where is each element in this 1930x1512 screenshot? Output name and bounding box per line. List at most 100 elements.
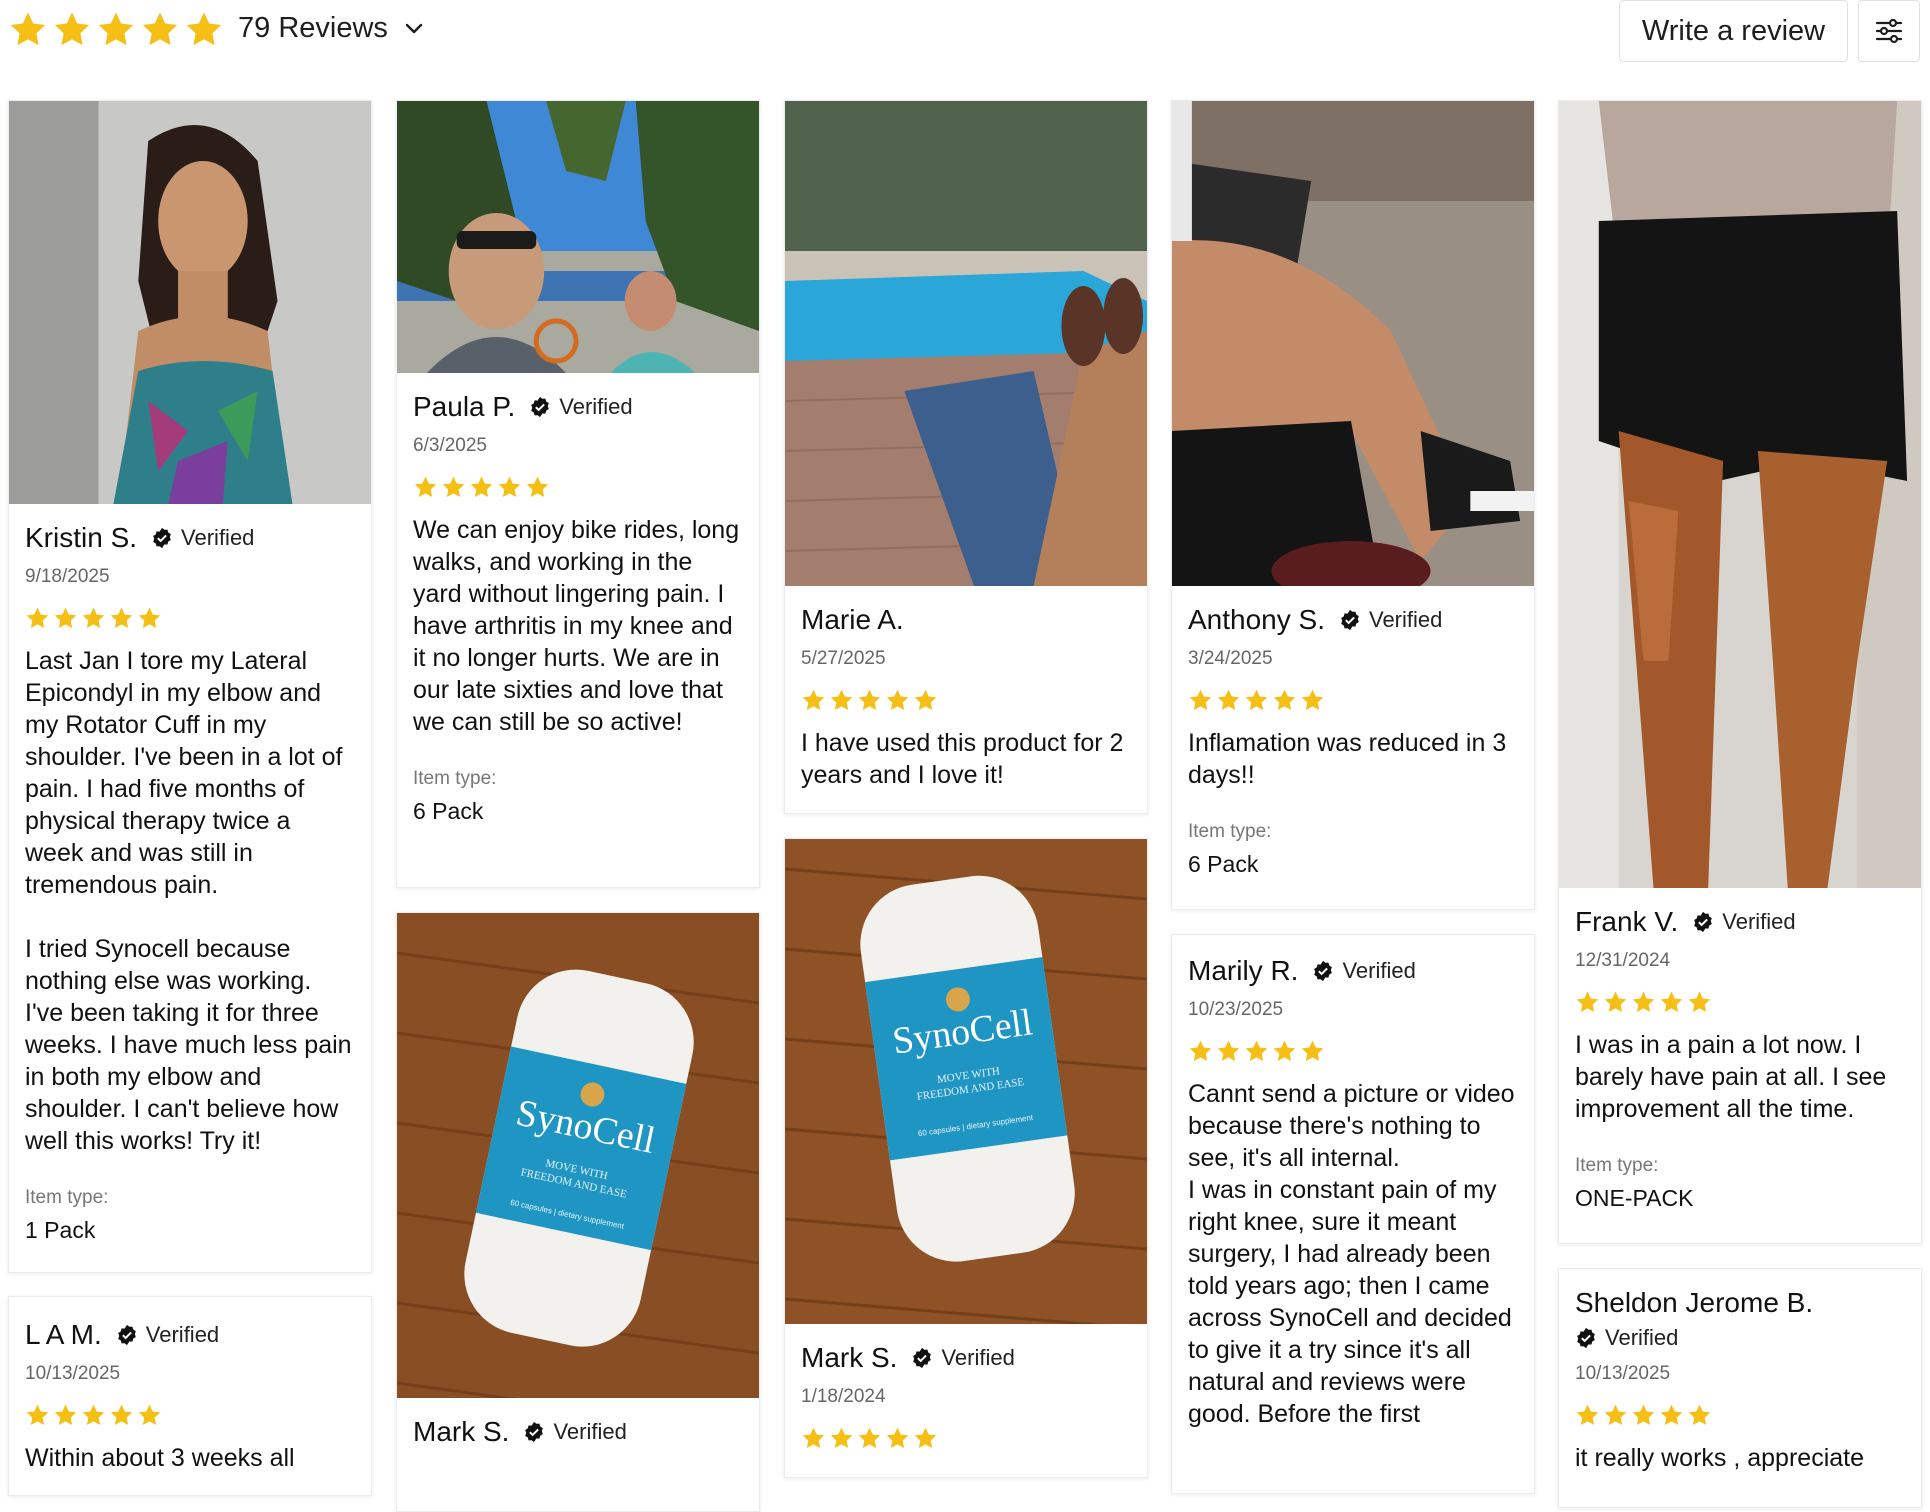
verified-badge: Verified <box>151 525 254 551</box>
verified-label: Verified <box>1368 607 1443 632</box>
verified-check-icon <box>153 527 171 549</box>
star-icon <box>110 607 133 628</box>
reviews-count-dropdown[interactable]: 79 Reviews <box>238 12 426 45</box>
verified-check-icon <box>117 1324 136 1346</box>
review-rating-stars <box>1188 1039 1518 1064</box>
review-rating-stars <box>801 1426 1131 1451</box>
star-icon <box>498 476 521 497</box>
reviewer-name: Sheldon Jerome B. <box>1575 1287 1814 1318</box>
review-photo[interactable] <box>1172 101 1534 586</box>
star-icon <box>830 689 853 710</box>
verified-check-icon <box>1694 911 1713 933</box>
review-rating-stars <box>25 1403 355 1428</box>
filter-button[interactable] <box>1858 0 1920 62</box>
verified-label: Verified <box>559 394 633 419</box>
review-card[interactable]: Kristin S. Verified 9/18/2025 Last Jan I… <box>8 100 372 1273</box>
verified-badge: Verified <box>529 394 633 420</box>
legs-closeup-image <box>1559 101 1921 888</box>
item-type-value: 6 Pack <box>413 798 484 824</box>
review-photo[interactable]: SynoCell MOVE WITH FREEDOM AND EASE 60 c… <box>785 839 1147 1324</box>
review-photo[interactable]: SynoCell MOVE WITH FREEDOM AND EASE 60 c… <box>397 913 759 1398</box>
star-icon <box>802 689 825 710</box>
star-icon <box>802 1427 825 1448</box>
review-rating-stars <box>413 475 743 500</box>
review-rating-stars <box>1575 990 1905 1015</box>
review-photo[interactable] <box>9 101 371 504</box>
review-date: 1/18/2024 <box>801 1386 886 1407</box>
write-review-button[interactable]: Write a review <box>1619 0 1848 62</box>
item-type-value: ONE-PACK <box>1575 1185 1694 1211</box>
star-icon <box>138 607 161 628</box>
verified-check-icon <box>1314 960 1333 982</box>
review-date: 10/13/2025 <box>1575 1363 1671 1384</box>
review-card[interactable]: Frank V. Verified 12/31/2024 I was in a … <box>1558 100 1922 1244</box>
review-text: Within about 3 weeks all <box>25 1444 295 1472</box>
review-photo[interactable] <box>785 101 1147 586</box>
review-card[interactable]: Anthony S. Verified 3/24/2025 Inflamatio… <box>1171 100 1535 910</box>
star-icon <box>1604 1404 1627 1425</box>
item-type-value: 1 Pack <box>25 1217 96 1243</box>
star-icon <box>914 1427 937 1448</box>
verified-badge: Verified <box>523 1419 627 1445</box>
star-icon <box>1217 1040 1240 1061</box>
star-icon <box>1301 1040 1324 1061</box>
star-icon <box>1189 1040 1212 1061</box>
review-text-continued: I tried Synocell because nothing else wa… <box>25 935 352 1155</box>
star-icon <box>526 476 549 497</box>
leg-on-bike-image <box>1172 101 1534 586</box>
review-card[interactable]: SynoCell MOVE WITH FREEDOM AND EASE 60 c… <box>396 912 760 1512</box>
product-bottle-image: SynoCell MOVE WITH FREEDOM AND EASE 60 c… <box>397 913 759 1398</box>
review-card[interactable]: Sheldon Jerome B. Verified 10/13/2025 it… <box>1558 1268 1922 1508</box>
review-card[interactable]: Marily R. Verified 10/23/2025 Cannt send… <box>1171 934 1535 1494</box>
star-icon <box>82 1404 105 1425</box>
star-icon <box>1189 689 1212 710</box>
star-icon <box>1273 689 1296 710</box>
star-icon <box>1632 1404 1655 1425</box>
star-icon <box>886 689 909 710</box>
star-icon <box>914 689 937 710</box>
verified-check-icon <box>531 396 550 418</box>
star-icon <box>1604 991 1627 1012</box>
item-type-label: Item type: <box>1575 1155 1659 1176</box>
review-rating-stars <box>801 688 1131 713</box>
star-icon <box>54 607 77 628</box>
verified-badge: Verified <box>1692 909 1796 935</box>
verified-label: Verified <box>1605 1325 1679 1350</box>
star-icon <box>470 476 493 497</box>
star-icon <box>1245 1040 1268 1061</box>
verified-badge: Verified <box>116 1322 219 1348</box>
review-photo[interactable] <box>1559 101 1921 888</box>
star-icon <box>10 12 46 46</box>
review-date: 10/13/2025 <box>25 1363 121 1384</box>
review-rating-stars <box>1188 688 1518 713</box>
reviewer-name: Mark S. <box>801 1342 898 1373</box>
verified-label: Verified <box>181 525 255 550</box>
star-icon <box>858 1427 881 1448</box>
review-date: 6/3/2025 <box>413 435 487 456</box>
review-text: We can enjoy bike rides, long walks, and… <box>413 516 740 736</box>
verified-badge: Verified <box>1339 607 1442 633</box>
reviewer-name: Frank V. <box>1575 906 1679 937</box>
review-date: 3/24/2025 <box>1188 648 1273 669</box>
pool-patio-image <box>785 101 1147 586</box>
review-text: Cannt send a picture or video because th… <box>1188 1080 1515 1172</box>
verified-label: Verified <box>553 1419 627 1444</box>
overall-rating-stars <box>8 10 224 50</box>
star-icon <box>1245 689 1268 710</box>
review-card[interactable]: L A M. Verified 10/13/2025 Within about … <box>8 1296 372 1496</box>
star-icon <box>858 689 881 710</box>
review-card[interactable]: SynoCell MOVE WITH FREEDOM AND EASE 60 c… <box>784 838 1148 1478</box>
review-date: 12/31/2024 <box>1575 950 1671 971</box>
star-icon <box>1660 1404 1683 1425</box>
star-icon <box>138 1404 161 1425</box>
review-photo[interactable] <box>397 101 759 373</box>
review-card[interactable]: Paula P. Verified 6/3/2025 We can enjoy … <box>396 100 760 888</box>
chevron-down-icon <box>405 23 423 33</box>
couple-outdoors-image <box>397 101 759 373</box>
item-type-value: 6 Pack <box>1188 851 1259 877</box>
star-icon <box>1273 1040 1296 1061</box>
review-text: Last Jan I tore my Lateral Epicondyl in … <box>25 647 343 899</box>
star-icon <box>142 12 178 46</box>
review-card[interactable]: Marie A. 5/27/2025 I have used this prod… <box>784 100 1148 814</box>
sliders-icon <box>1875 18 1903 44</box>
